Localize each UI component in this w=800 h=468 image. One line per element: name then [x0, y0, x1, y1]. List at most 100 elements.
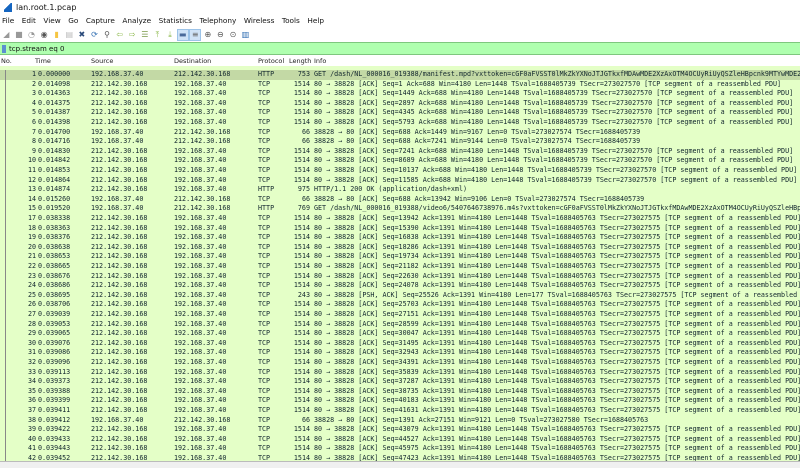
- packet-row[interactable]: 8 0.014716 192.168.37.40 212.142.30.168 TCP 6…: [0, 137, 800, 147]
- go-back-icon[interactable]: ⇦: [115, 30, 125, 40]
- packet-row[interactable]: 13 0.014874 212.142.30.168 192.168.37.40 HTT…: [0, 185, 800, 195]
- menu-view[interactable]: View: [43, 16, 60, 25]
- packet-row[interactable]: 40 0.039433 212.142.30.168 192.168.37.40 TCP…: [0, 435, 800, 445]
- packet-length: 975: [297, 185, 310, 194]
- packet-row[interactable]: 4 0.014375 212.142.30.168 192.168.37.40 TCP 1…: [0, 99, 800, 109]
- display-filter-bar[interactable]: tcp.stream eq 0: [0, 42, 800, 55]
- capture-options-icon[interactable]: ◉: [39, 30, 49, 40]
- menu-edit[interactable]: Edit: [22, 16, 36, 25]
- packet-row[interactable]: 39 0.039422 212.142.30.168 192.168.37.40 TCP…: [0, 425, 800, 435]
- packet-row[interactable]: 15 0.019520 192.168.37.40 212.142.30.168 HTT…: [0, 204, 800, 214]
- packet-row[interactable]: 5 0.014387 212.142.30.168 192.168.37.40 TCP 1…: [0, 108, 800, 118]
- packet-destination: 192.168.37.40: [174, 214, 227, 222]
- packet-row[interactable]: 31 0.039086 212.142.30.168 192.168.37.40 TCP…: [0, 348, 800, 358]
- colorize-icon[interactable]: ≡: [189, 28, 202, 41]
- zoom-in-icon[interactable]: ⊕: [203, 30, 213, 40]
- packet-row[interactable]: 3 0.014363 212.142.30.168 192.168.37.40 TCP 1…: [0, 89, 800, 99]
- packet-info: 80 → 38828 [ACK] Seq=34391 Ack=1391 Win=…: [314, 358, 800, 366]
- packet-row[interactable]: 24 0.038686 212.142.30.168 192.168.37.40 TCP…: [0, 281, 800, 291]
- packet-length: 1514: [293, 146, 310, 155]
- packet-row[interactable]: 22 0.038665 212.142.30.168 192.168.37.40 TCP…: [0, 262, 800, 272]
- menu-analyze[interactable]: Analyze: [122, 16, 151, 25]
- go-forward-icon[interactable]: ⇨: [127, 30, 137, 40]
- packet-row[interactable]: 6 0.014398 212.142.30.168 192.168.37.40 TCP 1…: [0, 118, 800, 128]
- packet-row[interactable]: 29 0.039065 212.142.30.168 192.168.37.40 TCP…: [0, 329, 800, 339]
- packet-protocol: TCP: [258, 137, 271, 146]
- column-length[interactable]: Length: [289, 57, 311, 65]
- packet-row[interactable]: 36 0.039399 212.142.30.168 192.168.37.40 TCP…: [0, 396, 800, 406]
- packet-protocol: HTTP: [258, 204, 275, 213]
- open-file-icon[interactable]: ▮: [52, 30, 62, 40]
- packet-row[interactable]: 19 0.038376 212.142.30.168 192.168.37.40 TCP…: [0, 233, 800, 243]
- packet-row[interactable]: 10 0.014842 212.142.30.168 192.168.37.40 TCP…: [0, 156, 800, 166]
- save-file-icon[interactable]: ▤: [64, 30, 74, 40]
- menu-help[interactable]: Help: [307, 16, 324, 25]
- packet-time: 0.014864: [38, 175, 71, 184]
- packet-row[interactable]: 32 0.039096 212.142.30.168 192.168.37.40 TCP…: [0, 358, 800, 368]
- packet-row[interactable]: 25 0.038695 212.142.30.168 192.168.37.40 TCP…: [0, 291, 800, 301]
- menu-capture[interactable]: Capture: [86, 16, 115, 25]
- zoom-normal-icon[interactable]: ⊙: [228, 30, 238, 40]
- packet-row[interactable]: 11 0.014853 212.142.30.168 192.168.37.40 TCP…: [0, 166, 800, 176]
- packet-row[interactable]: 1 0.000000 192.168.37.40 212.142.30.168 HTTP…: [0, 70, 800, 80]
- menu-telephony[interactable]: Telephony: [199, 16, 236, 25]
- packet-row[interactable]: 20 0.038638 212.142.30.168 192.168.37.40 TCP…: [0, 243, 800, 253]
- stop-capture-icon[interactable]: ■: [14, 30, 24, 40]
- packet-row[interactable]: 35 0.039388 212.142.30.168 192.168.37.40 TCP…: [0, 387, 800, 397]
- column-info[interactable]: Info: [314, 57, 326, 65]
- packet-source: 212.142.30.168: [91, 175, 148, 184]
- packet-protocol: TCP: [258, 242, 271, 251]
- packet-row[interactable]: 42 0.039452 212.142.30.168 192.168.37.40 TCP…: [0, 454, 800, 461]
- menu-wireless[interactable]: Wireless: [244, 16, 275, 25]
- menu-file[interactable]: File: [2, 16, 14, 25]
- packet-info: GET /dash/NL_000016_019388/video6/540764…: [314, 204, 800, 213]
- menu-tools[interactable]: Tools: [282, 16, 300, 25]
- column-time[interactable]: Time: [35, 57, 51, 65]
- packet-row[interactable]: 2 0.014098 212.142.30.168 192.168.37.40 TCP 1…: [0, 80, 800, 90]
- resize-columns-icon[interactable]: ▥: [241, 30, 251, 40]
- packet-list[interactable]: 1 0.000000 192.168.37.40 212.142.30.168 HTTP…: [0, 66, 800, 461]
- column-source[interactable]: Source: [91, 57, 113, 65]
- autoscroll-icon[interactable]: ▬: [176, 28, 189, 41]
- packet-row[interactable]: 27 0.039039 212.142.30.168 192.168.37.40 TCP…: [0, 310, 800, 320]
- display-filter-input[interactable]: tcp.stream eq 0: [9, 45, 64, 53]
- packet-row[interactable]: 12 0.014864 212.142.30.168 192.168.37.40 TCP…: [0, 176, 800, 186]
- reload-file-icon[interactable]: ⟳: [89, 30, 99, 40]
- go-first-icon[interactable]: ⤒: [152, 30, 162, 40]
- packet-row[interactable]: 37 0.039411 212.142.30.168 192.168.37.40 TCP…: [0, 406, 800, 416]
- restart-capture-icon[interactable]: ◔: [26, 30, 36, 40]
- packet-row[interactable]: 14 0.015260 192.168.37.40 212.142.30.168 TCP…: [0, 195, 800, 205]
- menu-statistics[interactable]: Statistics: [159, 16, 192, 25]
- packet-protocol: TCP: [258, 396, 271, 405]
- packet-protocol: TCP: [258, 367, 271, 376]
- packet-row[interactable]: 26 0.038706 212.142.30.168 192.168.37.40 TCP…: [0, 300, 800, 310]
- packet-source: 212.142.30.168: [91, 281, 148, 290]
- packet-row[interactable]: 30 0.039076 212.142.30.168 192.168.37.40 TCP…: [0, 339, 800, 349]
- packet-row[interactable]: 28 0.039053 212.142.30.168 192.168.37.40 TCP…: [0, 320, 800, 330]
- packet-source: 192.168.37.40: [91, 70, 144, 78]
- packet-row[interactable]: 9 0.014830 212.142.30.168 192.168.37.40 TCP 1…: [0, 147, 800, 157]
- close-file-icon[interactable]: ✖: [77, 30, 87, 40]
- packet-row[interactable]: 21 0.038653 212.142.30.168 192.168.37.40 TCP…: [0, 252, 800, 262]
- packet-row[interactable]: 18 0.038363 212.142.30.168 192.168.37.40 TCP…: [0, 224, 800, 234]
- packet-row[interactable]: 34 0.039373 212.142.30.168 192.168.37.40 TCP…: [0, 377, 800, 387]
- packet-row[interactable]: 23 0.038676 212.142.30.168 192.168.37.40 TCP…: [0, 272, 800, 282]
- packet-time: 0.019520: [38, 204, 71, 213]
- zoom-out-icon[interactable]: ⊖: [215, 30, 225, 40]
- packet-row[interactable]: 41 0.039443 212.142.30.168 192.168.37.40 TCP…: [0, 444, 800, 454]
- packet-row[interactable]: 33 0.039113 212.142.30.168 192.168.37.40 TCP…: [0, 368, 800, 378]
- column-protocol[interactable]: Protocol: [258, 57, 284, 65]
- find-packet-icon[interactable]: ⚲: [102, 30, 112, 40]
- column-no[interactable]: No.: [1, 57, 12, 65]
- packet-info: 80 → 38828 [ACK] Seq=1 Ack=688 Win=4180 …: [314, 79, 782, 88]
- start-capture-icon[interactable]: ◢: [1, 30, 11, 40]
- menu-go[interactable]: Go: [68, 16, 78, 25]
- packet-row[interactable]: 38 0.039412 192.168.37.40 212.142.30.168 TCP…: [0, 416, 800, 426]
- packet-row[interactable]: 17 0.038338 212.142.30.168 192.168.37.40 TCP…: [0, 214, 800, 224]
- go-last-icon[interactable]: ⤓: [165, 30, 175, 40]
- go-to-packet-icon[interactable]: ☰: [140, 30, 150, 40]
- bookmark-icon[interactable]: [2, 44, 6, 53]
- column-destination[interactable]: Destination: [174, 57, 211, 65]
- packet-row[interactable]: 7 0.014700 192.168.37.40 212.142.30.168 TCP 6…: [0, 128, 800, 138]
- packet-info: 80 → 38828 [ACK] Seq=47423 Ack=1391 Win=…: [314, 454, 800, 461]
